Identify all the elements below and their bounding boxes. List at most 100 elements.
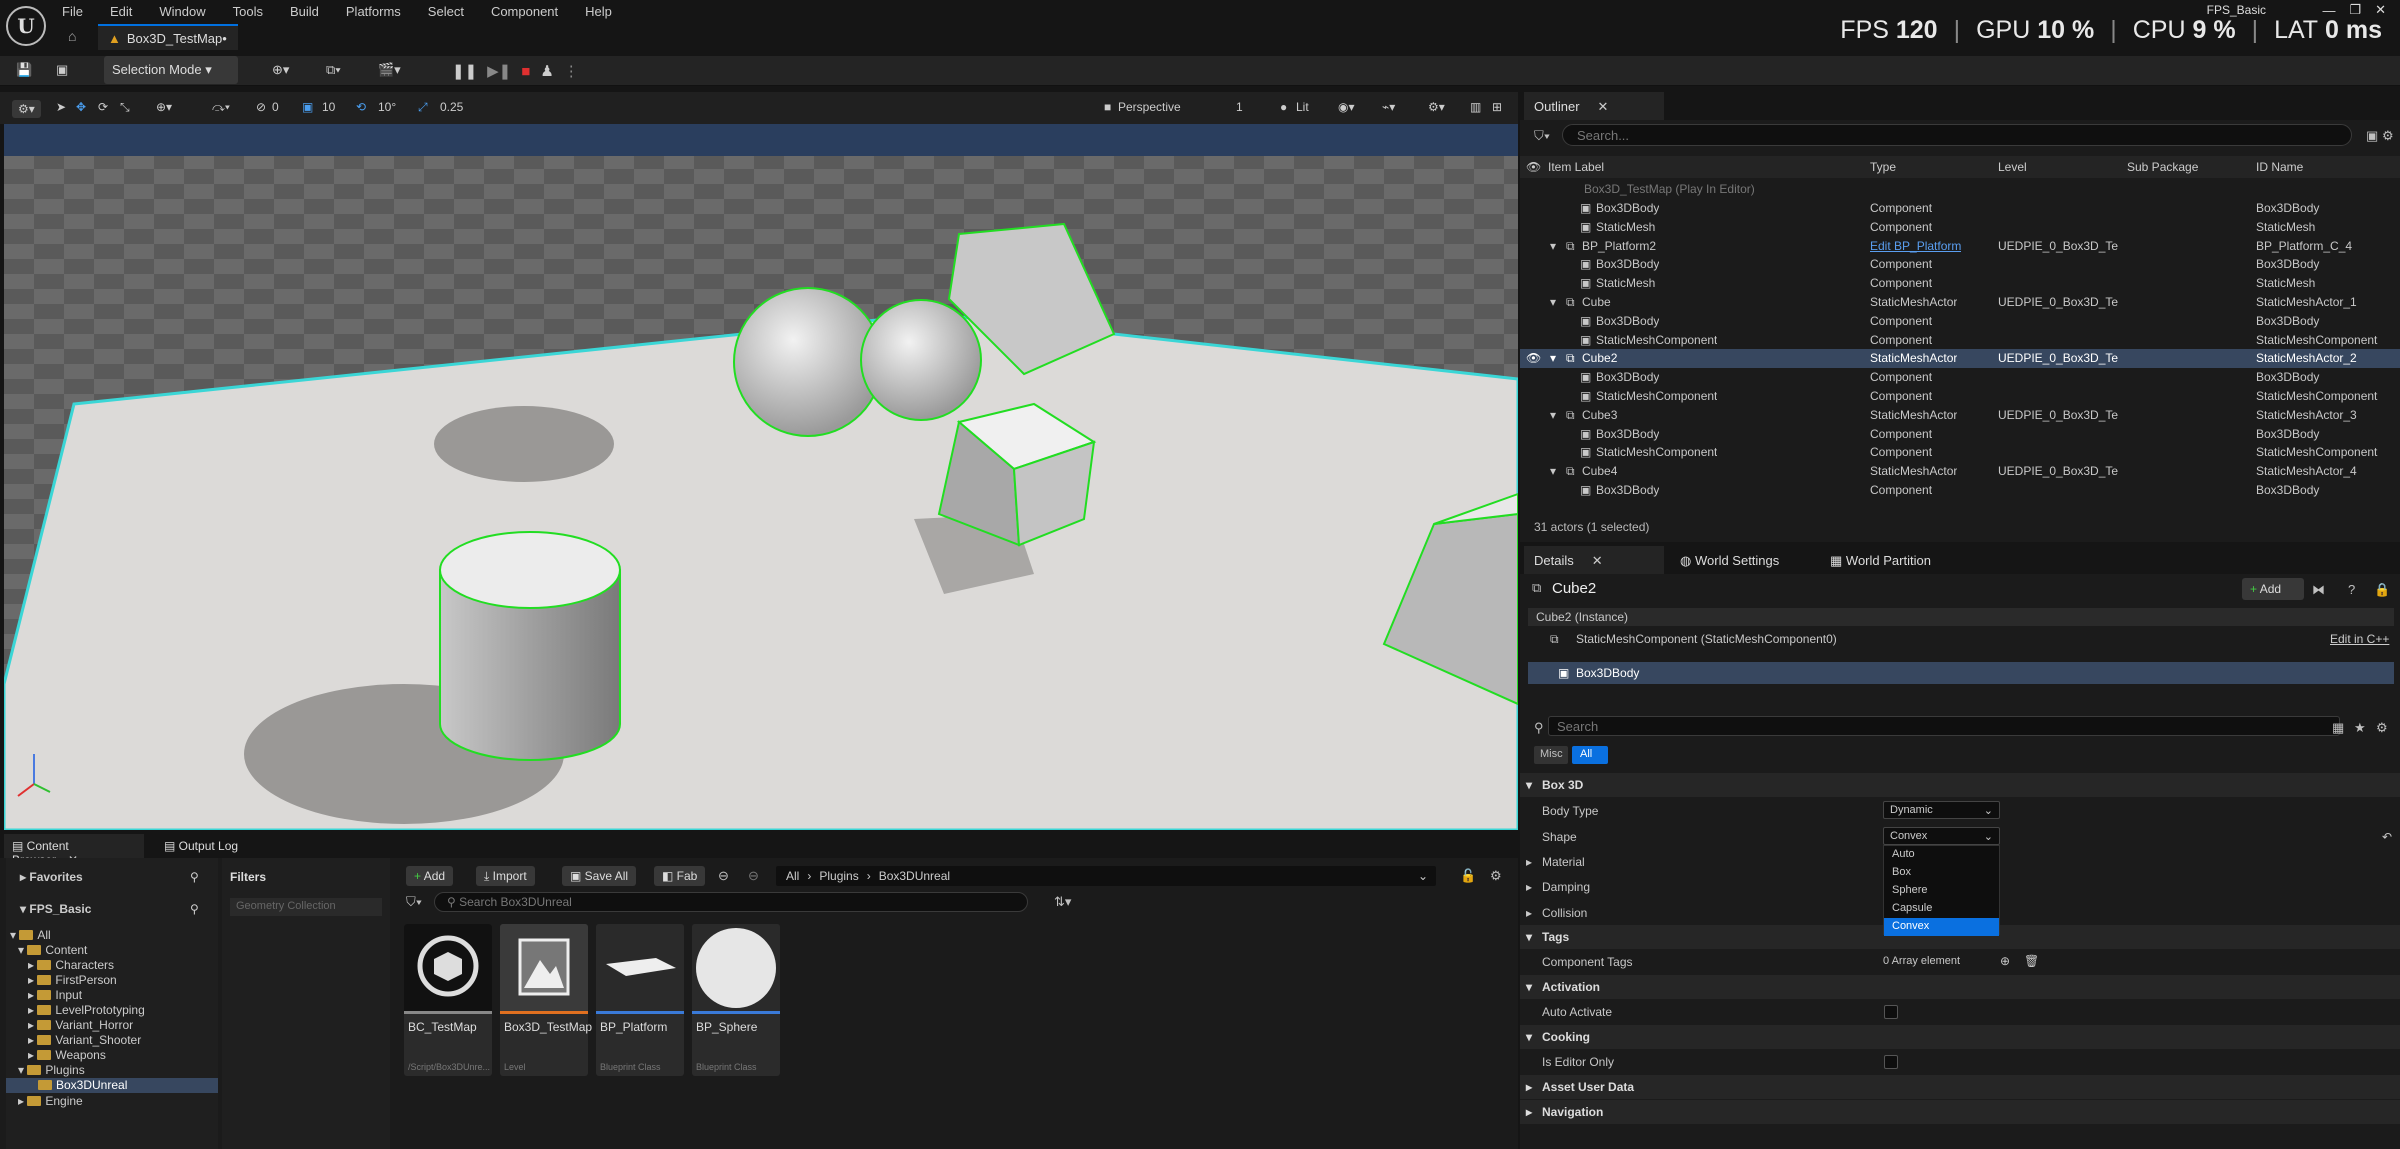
crumb-all[interactable]: All xyxy=(786,869,799,883)
content-icon[interactable]: ▣ xyxy=(56,62,68,82)
surface-snap-icon[interactable]: ⤼▾ xyxy=(212,100,230,115)
add-component-button[interactable]: + Add xyxy=(2242,578,2304,600)
add-filter-icon[interactable]: ▣ xyxy=(2366,128,2378,144)
folder-firstperson[interactable]: ▸ FirstPerson xyxy=(28,973,117,987)
tab-outliner[interactable]: Outliner ✕ xyxy=(1524,92,1664,120)
menu-window[interactable]: Window xyxy=(159,4,205,19)
asset-tile-bp-sphere[interactable]: BP_Sphere Blueprint Class xyxy=(692,924,780,1076)
favorites-header[interactable]: ▸ Favorites xyxy=(20,870,83,884)
play-options-icon[interactable]: ⋮ xyxy=(564,62,579,80)
table-view-icon[interactable]: ▦ xyxy=(2332,720,2344,736)
details-settings-icon[interactable]: ⚙ xyxy=(2376,720,2388,736)
view-mode-dropdown[interactable]: Lit xyxy=(1296,100,1309,114)
folder-levelprototyping[interactable]: ▸ LevelPrototyping xyxy=(28,1003,145,1017)
world-icon[interactable]: ⊕▾ xyxy=(156,100,172,114)
folder-variant-shooter[interactable]: ▸ Variant_Shooter xyxy=(28,1033,141,1047)
menu-component[interactable]: Component xyxy=(491,4,558,19)
close-icon[interactable]: ✕ xyxy=(1592,553,1603,568)
outliner-actor-row[interactable]: ▾ ⧉ Cube3 StaticMeshActor UEDPIE_0_Box3D_Tes… xyxy=(1520,406,2400,425)
fab-button[interactable]: ◧ Fab xyxy=(654,866,706,886)
outliner-component-row[interactable]: ▣ StaticMeshComponent Component StaticMeshC… xyxy=(1520,387,2400,406)
history-back-icon[interactable]: ⊖ xyxy=(718,868,729,884)
select-icon[interactable]: ➤ xyxy=(56,100,66,114)
project-header[interactable]: ▾ FPS_Basic xyxy=(20,902,91,916)
map-tab[interactable]: ▲ Box3D_TestMap• xyxy=(98,24,238,50)
shape-option-convex[interactable]: Convex xyxy=(1884,918,1999,936)
expand-arrow-icon[interactable]: ▾ xyxy=(1550,295,1556,309)
menu-platforms[interactable]: Platforms xyxy=(346,4,401,19)
outliner-component-row[interactable]: ▣ StaticMeshComponent Component StaticMeshC… xyxy=(1520,331,2400,350)
import-button[interactable]: ⤓ Import xyxy=(476,866,535,886)
outliner-component-row[interactable]: ▣ Box3DBody Component Box3DBody xyxy=(1520,312,2400,331)
outliner-actor-row[interactable]: ▾ ⧉ Cube StaticMeshActor UEDPIE_0_Box3D_Tes S… xyxy=(1520,293,2400,312)
lock-icon[interactable]: 🔓 xyxy=(1460,868,1476,884)
menu-build[interactable]: Build xyxy=(290,4,319,19)
blueprint-convert-icon[interactable]: ⧓ xyxy=(2312,582,2325,598)
body-type-dropdown[interactable]: Dynamic ⌄ xyxy=(1883,801,2000,819)
folder-input[interactable]: ▸ Input xyxy=(28,988,82,1002)
add-actor-icon[interactable]: ⊕▾ xyxy=(272,62,289,82)
outliner-component-row[interactable]: ▣ Box3DBody Component Box3DBody xyxy=(1520,481,2400,500)
maximize-icon[interactable]: ⊞ xyxy=(1492,100,1502,114)
tab-world-partition[interactable]: ▦ World Partition xyxy=(1820,546,1941,574)
lock-icon[interactable]: 🔒 xyxy=(2374,582,2390,598)
add-element-icon[interactable]: ⊕ xyxy=(2000,954,2010,968)
pause-icon[interactable]: ❚❚ xyxy=(452,62,477,80)
folder-characters[interactable]: ▸ Characters xyxy=(28,958,114,972)
close-icon[interactable]: ✕ xyxy=(1598,99,1609,114)
col-id-name[interactable]: ID Name xyxy=(2256,160,2303,174)
outliner-component-row[interactable]: ▣ StaticMeshComponent Component StaticMeshC… xyxy=(1520,443,2400,462)
move-icon[interactable]: ✥ xyxy=(76,100,86,114)
layout-icon[interactable]: ▥ xyxy=(1470,100,1481,114)
expand-arrow-icon[interactable]: ▾ xyxy=(1550,239,1556,253)
shape-dropdown[interactable]: Convex ⌄ xyxy=(1883,827,2000,845)
favorites-star-icon[interactable]: ★ xyxy=(2354,720,2366,736)
settings-icon[interactable]: ⚙▾ xyxy=(1428,100,1445,114)
search-icon[interactable]: ⚲ xyxy=(190,870,199,884)
cinematics-icon[interactable]: 🎬▾ xyxy=(378,62,401,82)
reset-icon[interactable]: ↶ xyxy=(2382,830,2392,844)
menu-help[interactable]: Help xyxy=(585,4,612,19)
category-navigation[interactable]: ▸ Navigation xyxy=(1520,1100,2400,1124)
settings-icon[interactable]: ⚙ xyxy=(1490,868,1502,884)
outliner-actor-row[interactable]: ▾ ⧉ BP_Platform2 Edit BP_Platform UEDPIE_0_B… xyxy=(1520,237,2400,256)
help-icon[interactable]: ? xyxy=(2348,582,2355,597)
angle-snap-value[interactable]: 10° xyxy=(378,100,396,114)
folder-weapons[interactable]: ▸ Weapons xyxy=(28,1048,106,1062)
map-row[interactable]: Box3D_TestMap (Play In Editor) xyxy=(1520,180,2400,199)
asset-search-input[interactable]: ⚲ Search Box3DUnreal xyxy=(434,892,1028,912)
step-icon[interactable]: ▶❚ xyxy=(487,62,511,80)
expand-arrow-icon[interactable]: ▾ xyxy=(1550,408,1556,422)
shape-option-sphere[interactable]: Sphere xyxy=(1884,882,1999,900)
expand-arrow-icon[interactable]: ▾ xyxy=(1550,464,1556,478)
edit-in-cpp-link[interactable]: Edit in C++ xyxy=(2330,632,2389,646)
filter-icon[interactable]: ⛉▾ xyxy=(1534,128,1550,144)
performance-icon[interactable]: ⌁▾ xyxy=(1382,100,1395,114)
outliner-component-row[interactable]: ▣ Box3DBody Component Box3DBody xyxy=(1520,199,2400,218)
visibility-icon[interactable]: 👁 xyxy=(1526,351,1541,365)
tab-output-log[interactable]: ▤ Output Log xyxy=(156,834,247,858)
category-box3d[interactable]: ▾ Box 3D xyxy=(1520,773,2400,797)
outliner-component-row[interactable]: ▣ Box3DBody Component Box3DBody xyxy=(1520,368,2400,387)
outliner-search-input[interactable]: Search... xyxy=(1562,124,2352,146)
category-cooking[interactable]: ▾ Cooking xyxy=(1520,1025,2400,1049)
editor-only-checkbox[interactable] xyxy=(1884,1055,1898,1069)
filter-all[interactable]: All xyxy=(1572,746,1608,764)
asset-tile-bp-platform[interactable]: BP_Platform Blueprint Class xyxy=(596,924,684,1076)
auto-activate-checkbox[interactable] xyxy=(1884,1005,1898,1019)
stop-icon[interactable]: ■ xyxy=(521,63,530,80)
col-sub-package[interactable]: Sub Package xyxy=(2127,160,2198,174)
visibility-icon[interactable]: 👁 xyxy=(1526,160,1541,174)
rotation-snap-value[interactable]: 0 xyxy=(272,100,279,114)
unreal-logo[interactable]: U xyxy=(6,6,46,46)
save-icon[interactable]: 💾 xyxy=(16,62,32,82)
scale-icon[interactable]: ⤡ xyxy=(120,100,130,115)
outliner-actor-row[interactable]: 👁 ▾ ⧉ Cube2 StaticMeshActor UEDPIE_0_Box3D_Te… xyxy=(1520,349,2400,369)
filter-geometry-collection[interactable]: Geometry Collection xyxy=(230,898,382,916)
angle-snap-icon[interactable]: ⟲ xyxy=(356,100,366,114)
grid-snap-value[interactable]: 10 xyxy=(322,100,335,114)
perspective-dropdown[interactable]: Perspective xyxy=(1118,100,1181,114)
add-button[interactable]: + Add xyxy=(406,866,454,886)
tab-details[interactable]: Details ✕ xyxy=(1524,546,1664,574)
save-all-button[interactable]: ▣ Save All xyxy=(562,866,637,886)
